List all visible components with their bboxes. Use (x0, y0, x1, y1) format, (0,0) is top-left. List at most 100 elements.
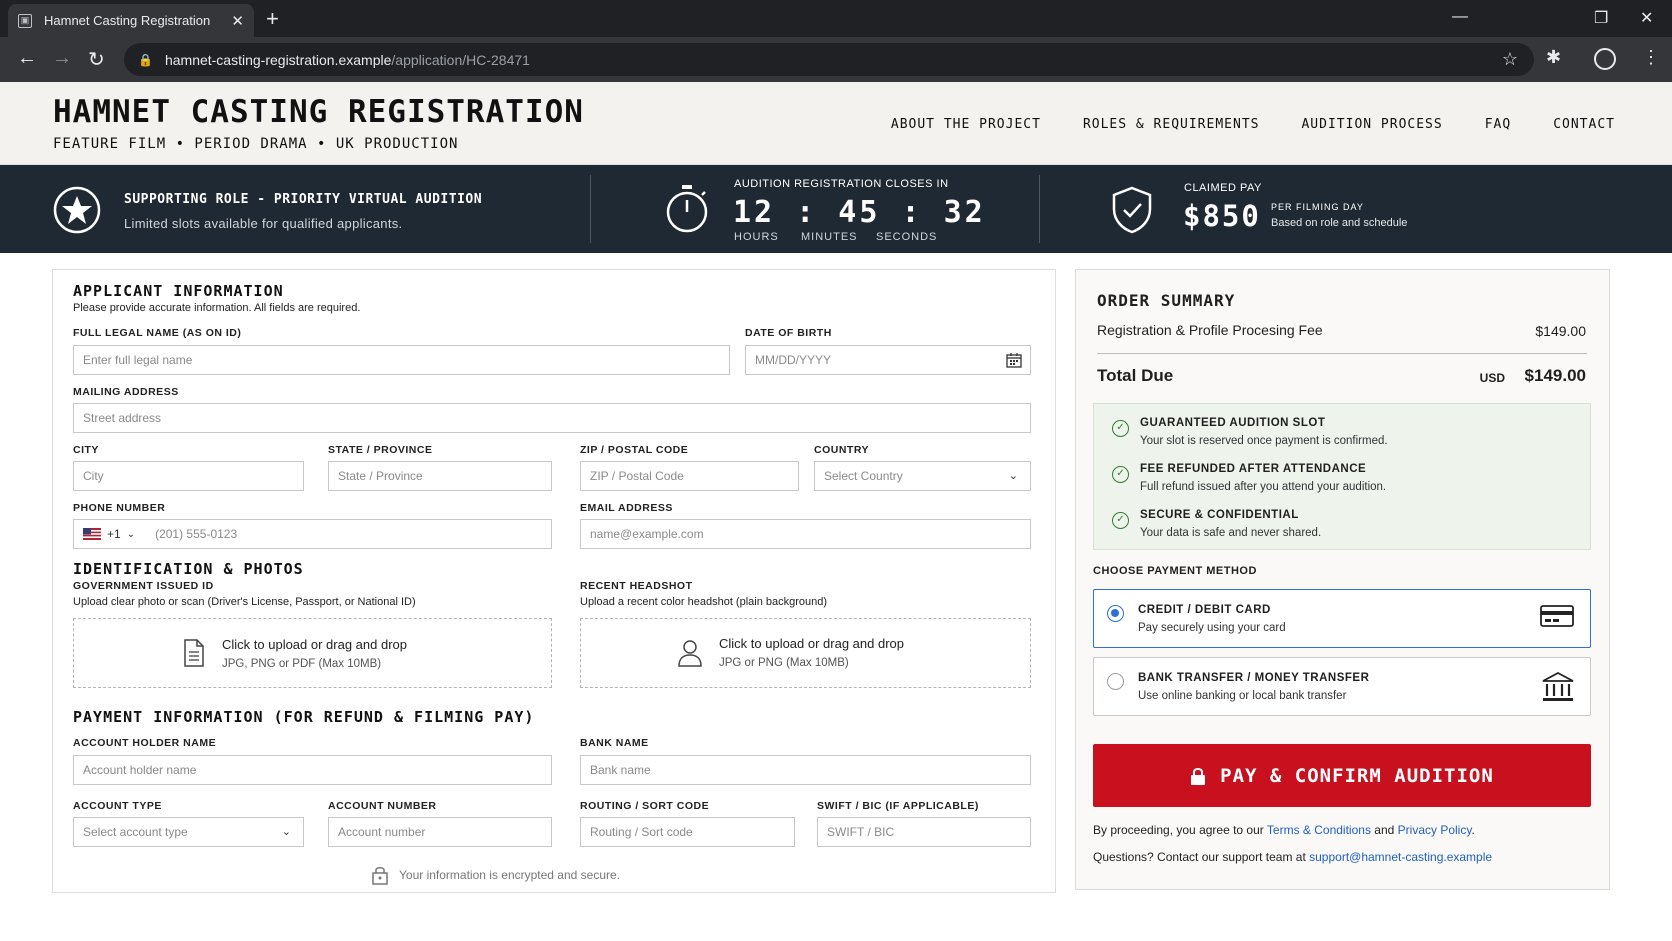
nav-about[interactable]: ABOUT THE PROJECT (891, 117, 1041, 132)
card-sub: Pay securely using your card (1138, 622, 1286, 634)
gov-id-upload[interactable]: Click to upload or drag and drop JPG, PN… (73, 618, 552, 688)
page-title: HAMNET CASTING REGISTRATION (53, 94, 584, 130)
us-flag-icon (83, 528, 101, 540)
swift-label: SWIFT / BIC (IF APPLICABLE) (817, 800, 979, 812)
account-type-label: ACCOUNT TYPE (73, 800, 162, 812)
favicon-icon: ▣ (18, 13, 32, 28)
gov-id-hint: Upload clear photo or scan (Driver's Lic… (73, 596, 416, 608)
banner-divider (1039, 175, 1040, 243)
account-number-input[interactable]: Account number (328, 817, 552, 847)
state-input[interactable]: State / Province (328, 461, 552, 491)
url-host: hamnet-casting-registration.example (164, 51, 392, 68)
card-radio[interactable] (1107, 605, 1124, 622)
total-due-label: Total Due (1097, 366, 1174, 385)
reload-icon[interactable]: ↻ (88, 47, 105, 72)
divider (1097, 353, 1587, 354)
headshot-label: RECENT HEADSHOT (580, 580, 693, 592)
browser-tab[interactable]: ▣ Hamnet Casting Registration ✕ (8, 4, 254, 37)
credit-card-icon (1540, 605, 1574, 627)
phone-input[interactable]: +1 ⌄ (201) 555-0123 (73, 519, 552, 549)
email-input[interactable]: name@example.com (580, 519, 1031, 549)
guarantee-title: FEE REFUNDED AFTER ATTENDANCE (1140, 463, 1367, 475)
minimize-icon[interactable]: — (1452, 8, 1468, 26)
phone-country-code[interactable]: +1 (107, 527, 121, 541)
routing-input[interactable]: Routing / Sort code (580, 817, 795, 847)
timer-unit-hours: HOURS (734, 231, 779, 243)
gov-id-upload-formats: JPG, PNG or PDF (Max 10MB) (222, 658, 382, 670)
person-icon (678, 640, 702, 667)
gov-id-label: GOVERNMENT ISSUED ID (73, 580, 214, 592)
country-select[interactable]: Select Country ⌄ (814, 461, 1031, 491)
country-label: COUNTRY (814, 444, 870, 456)
window-close-icon[interactable]: ✕ (1640, 8, 1653, 28)
deadline-label: AUDITION REGISTRATION CLOSES IN (734, 178, 949, 190)
chevron-down-icon: ⌄ (126, 528, 136, 540)
dob-label: DATE OF BIRTH (745, 327, 832, 339)
address-input[interactable]: Street address (73, 403, 1031, 433)
zip-label: ZIP / POSTAL CODE (580, 444, 689, 456)
bookmark-star-icon[interactable]: ☆ (1502, 49, 1518, 70)
bank-title: BANK TRANSFER / MONEY TRANSFER (1138, 672, 1370, 684)
bank-sub: Use online banking or local bank transfe… (1138, 690, 1347, 702)
nav-audition-process[interactable]: AUDITION PROCESS (1301, 117, 1442, 132)
secure-note-text: Your information is encrypted and secure… (399, 868, 621, 882)
extensions-icon[interactable]: ✱ (1546, 47, 1561, 68)
shield-check-icon (1112, 186, 1152, 234)
profile-avatar-icon[interactable] (1594, 48, 1616, 70)
terms-link[interactable]: Terms & Conditions (1267, 823, 1371, 837)
payment-method-bank[interactable]: BANK TRANSFER / MONEY TRANSFER Use onlin… (1093, 657, 1591, 716)
secure-note: Your information is encrypted and secure… (371, 865, 620, 885)
state-label: STATE / PROVINCE (328, 444, 433, 456)
privacy-link[interactable]: Privacy Policy (1398, 823, 1472, 837)
headshot-upload[interactable]: Click to upload or drag and drop JPG or … (580, 618, 1031, 688)
guarantee-item: ✓ SECURE & CONFIDENTIAL Your data is saf… (1094, 500, 1590, 544)
menu-kebab-icon[interactable]: ⋮ (1642, 47, 1660, 68)
choose-payment-label: CHOOSE PAYMENT METHOD (1093, 565, 1257, 577)
full-name-input[interactable]: Enter full legal name (73, 345, 730, 375)
address-bar[interactable]: 🔒 hamnet-casting-registration.example/ap… (124, 43, 1534, 76)
account-holder-label: ACCOUNT HOLDER NAME (73, 737, 217, 749)
stopwatch-icon (666, 185, 708, 233)
swift-input[interactable]: SWIFT / BIC (817, 817, 1031, 847)
top-nav: ABOUT THE PROJECT ROLES & REQUIREMENTS A… (891, 117, 1615, 132)
applicant-section-title: APPLICANT INFORMATION (73, 282, 284, 300)
new-tab-icon[interactable]: + (266, 6, 279, 32)
email-label: EMAIL ADDRESS (580, 502, 673, 514)
payment-section-title: PAYMENT INFORMATION (FOR REFUND & FILMIN… (73, 708, 535, 726)
dob-input[interactable]: MM/DD/YYYY (745, 345, 1031, 375)
total-due-value: $149.00 (1524, 366, 1586, 385)
bank-name-input[interactable]: Bank name (580, 755, 1031, 785)
account-type-select[interactable]: Select account type ⌄ (73, 817, 304, 847)
guarantee-item: ✓ GUARANTEED AUDITION SLOT Your slot is … (1094, 408, 1590, 452)
back-icon[interactable]: ← (17, 47, 37, 70)
claimed-pay-amount: $850 (1183, 199, 1261, 233)
phone-label: PHONE NUMBER (73, 502, 166, 514)
url-path: /application/HC-28471 (391, 51, 530, 68)
pay-confirm-button[interactable]: PAY & CONFIRM AUDITION (1093, 744, 1591, 807)
nav-contact[interactable]: CONTACT (1553, 117, 1615, 132)
tab-title: Hamnet Casting Registration (44, 13, 211, 28)
chevron-down-icon: ⌄ (281, 826, 291, 838)
zip-input[interactable]: ZIP / Postal Code (580, 461, 799, 491)
lock-icon (1191, 767, 1206, 785)
bank-radio[interactable] (1107, 673, 1124, 690)
calendar-icon[interactable] (1006, 352, 1022, 368)
city-input[interactable]: City (73, 461, 304, 491)
fee-label: Registration & Profile Procesing Fee (1097, 322, 1323, 338)
tab-close-icon[interactable]: ✕ (231, 12, 244, 30)
browser-tab-bar: ▣ Hamnet Casting Registration ✕ + — ❐ ✕ (0, 0, 1672, 37)
account-holder-input[interactable]: Account holder name (73, 755, 552, 785)
payment-method-card[interactable]: CREDIT / DEBIT CARD Pay securely using y… (1093, 589, 1591, 648)
info-banner: SUPPORTING ROLE - PRIORITY VIRTUAL AUDIT… (0, 165, 1672, 253)
pay-button-label: PAY & CONFIRM AUDITION (1220, 764, 1494, 787)
applicant-hint: Please provide accurate information. All… (73, 302, 361, 314)
nav-faq[interactable]: FAQ (1485, 117, 1511, 132)
nav-roles[interactable]: ROLES & REQUIREMENTS (1083, 117, 1260, 132)
maximize-icon[interactable]: ❐ (1594, 8, 1608, 28)
guarantee-title: SECURE & CONFIDENTIAL (1140, 509, 1299, 521)
forward-icon[interactable]: → (52, 47, 72, 70)
identification-section-title: IDENTIFICATION & PHOTOS (73, 560, 304, 578)
terms-text: By proceeding, you agree to our Terms & … (1093, 823, 1475, 837)
browser-toolbar: ← → ↻ 🔒 hamnet-casting-registration.exam… (0, 37, 1672, 82)
support-email-link[interactable]: support@hamnet-casting.example (1309, 850, 1492, 864)
